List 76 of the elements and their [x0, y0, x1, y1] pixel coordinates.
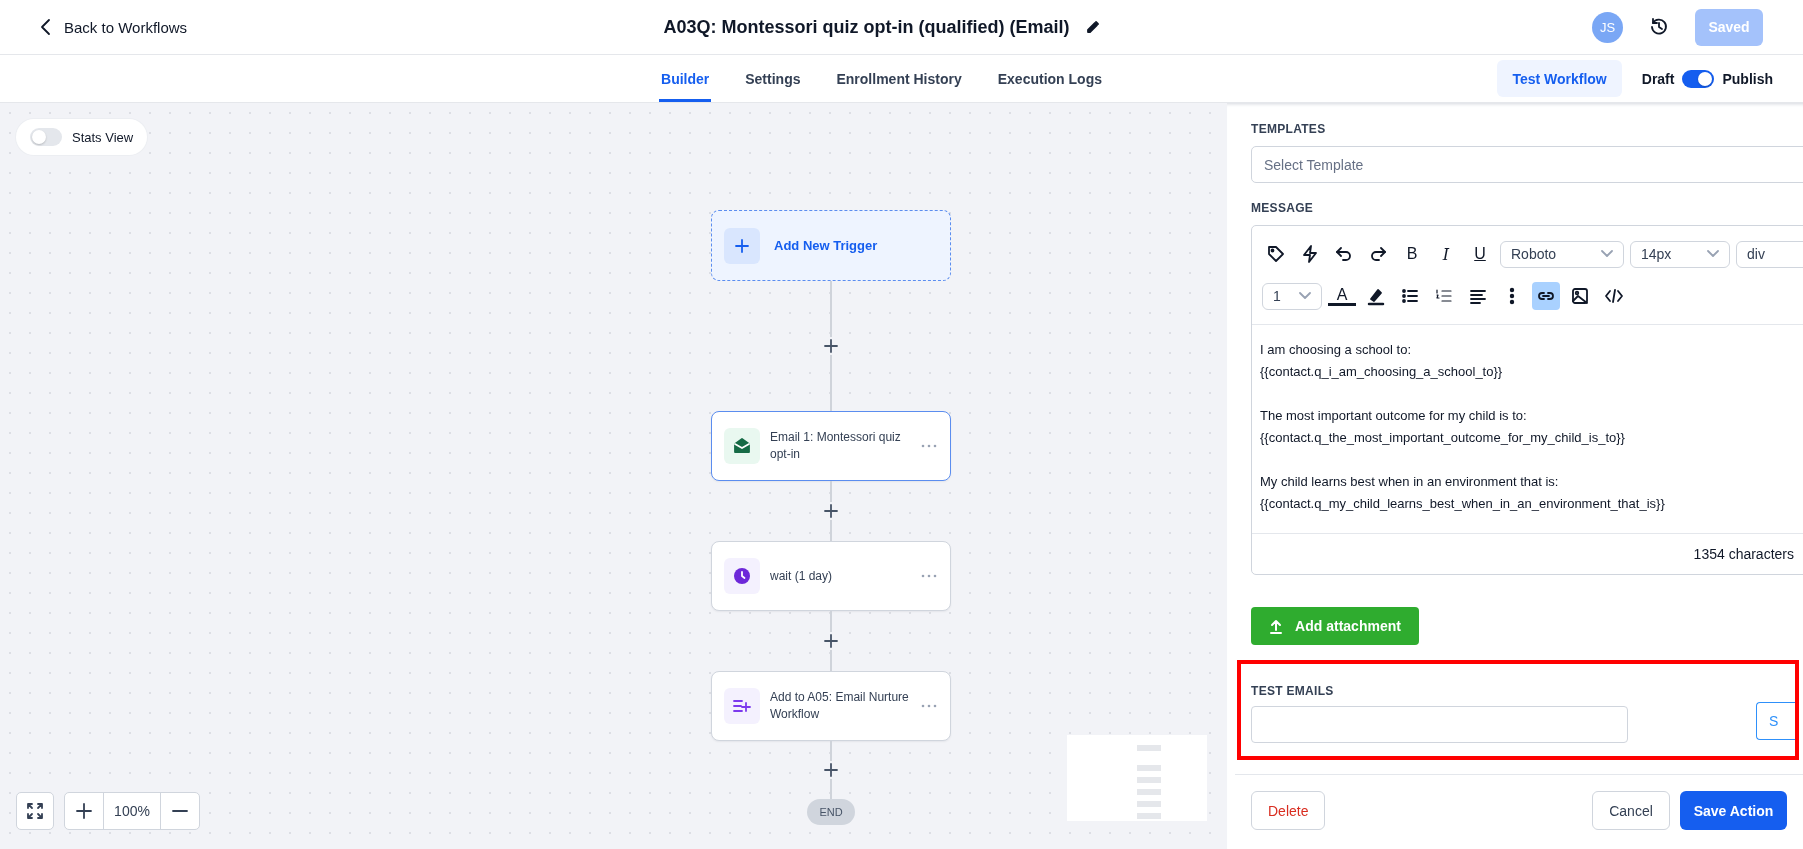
toggle-switch[interactable]: [30, 128, 62, 146]
cancel-button[interactable]: Cancel: [1592, 791, 1670, 830]
minus-icon: [172, 810, 188, 812]
envelope-icon: [732, 436, 752, 456]
tab[interactable]: Settings: [743, 58, 803, 102]
connector-line: [830, 481, 832, 541]
dropdown[interactable]: Roboto: [1500, 240, 1624, 268]
tab[interactable]: Execution Logs: [995, 58, 1104, 102]
more-icon[interactable]: [920, 703, 938, 709]
tab[interactable]: Enrollment History: [834, 58, 964, 102]
trigger-label: Add New Trigger: [774, 238, 878, 253]
underline-button[interactable]: U: [1466, 240, 1494, 268]
expand-icon: [26, 802, 44, 820]
clock-icon: [732, 566, 752, 586]
section-label: TEST EMAILS: [1251, 684, 1334, 698]
bold-button[interactable]: B: [1398, 240, 1426, 268]
publish-toggle[interactable]: [1682, 69, 1715, 88]
tag-icon[interactable]: [1266, 244, 1286, 264]
lightning-icon[interactable]: [1300, 244, 1320, 264]
message-line: I am choosing a school to:: [1260, 341, 1413, 359]
dropdown[interactable]: div: [1736, 240, 1803, 268]
upload-icon: [1269, 618, 1284, 634]
stats-view-label: Stats View: [72, 129, 134, 145]
connector-line: [830, 611, 832, 671]
delete-button[interactable]: Delete: [1251, 791, 1326, 830]
message-line: {{contact.q_the_most_important_outcome_for_my_child_is_to}}: [1260, 429, 1626, 447]
add-trigger-node[interactable]: Add New Trigger: [711, 210, 951, 281]
test-emails-field[interactable]: [1251, 706, 1628, 743]
message-editor[interactable]: [1251, 225, 1803, 575]
chevron-down-icon: [1601, 250, 1613, 258]
add-trigger-tile[interactable]: [724, 227, 760, 264]
chevron-down-icon: [1707, 250, 1719, 258]
image-icon[interactable]: [1570, 286, 1590, 306]
node-label: wait (1 day): [770, 567, 834, 585]
template-select[interactable]: Select Template: [1251, 146, 1803, 183]
workflow-title: A03Q: Montessori quiz opt-in (qualified) (Email): [663, 16, 1070, 38]
action-node[interactable]: Add to A05: Email Nurture Workflow: [711, 671, 951, 741]
code-icon[interactable]: [1604, 286, 1624, 306]
message-line: My child learns best when in an environment that is:: [1260, 473, 1560, 491]
message-line: {{contact.q_my_child_learns_best_when_in_an_environment_that_is}}: [1260, 495, 1666, 513]
action-node[interactable]: Email 1: Montessori quiz opt-in: [711, 411, 951, 481]
node-label: Add to A05: Email Nurture Workflow: [770, 689, 910, 723]
dropdown[interactable]: 1: [1262, 282, 1322, 310]
undo-icon[interactable]: [1334, 244, 1354, 264]
plus-icon: [735, 238, 749, 253]
end-marker: END: [807, 799, 855, 825]
highlighter-icon[interactable]: [1366, 286, 1386, 306]
dropdown[interactable]: 14px: [1630, 240, 1730, 268]
action-node[interactable]: wait (1 day): [711, 541, 951, 611]
chevron-left-icon: [40, 18, 52, 36]
draft-label: Draft: [1641, 70, 1675, 87]
text-color-button[interactable]: A: [1328, 286, 1356, 306]
bullet-list-icon[interactable]: [1400, 286, 1420, 306]
pencil-icon[interactable]: [1085, 20, 1100, 34]
redo-icon[interactable]: [1368, 244, 1388, 264]
plus-icon: [76, 803, 92, 819]
node-label: Email 1: Montessori quiz opt-in: [770, 429, 902, 463]
zoom-level: 100%: [103, 793, 161, 829]
test-workflow-button[interactable]: Test Workflow: [1497, 60, 1622, 97]
more-icon[interactable]: [920, 573, 938, 579]
message-line: {{contact.q_i_am_choosing_a_school_to}}: [1260, 363, 1504, 381]
more-icon[interactable]: [920, 443, 938, 449]
section-label: MESSAGE: [1251, 201, 1314, 215]
connector-line: [830, 741, 832, 799]
back-link[interactable]: Back to Workflows: [40, 18, 664, 36]
stats-view-toggle[interactable]: Stats View: [16, 119, 148, 155]
message-line: The most important outcome for my child is to:: [1260, 407, 1528, 425]
italic-button[interactable]: I: [1432, 240, 1460, 268]
publish-label: Publish: [1722, 70, 1773, 87]
link-button[interactable]: [1532, 282, 1560, 310]
character-count: 1354 characters: [1693, 546, 1794, 562]
chevron-down-icon: [1299, 292, 1311, 300]
history-icon[interactable]: [1649, 17, 1669, 37]
fit-view-button[interactable]: [16, 792, 54, 830]
section-label: TEMPLATES: [1251, 122, 1326, 136]
save-action-button[interactable]: Save Action: [1680, 791, 1787, 830]
